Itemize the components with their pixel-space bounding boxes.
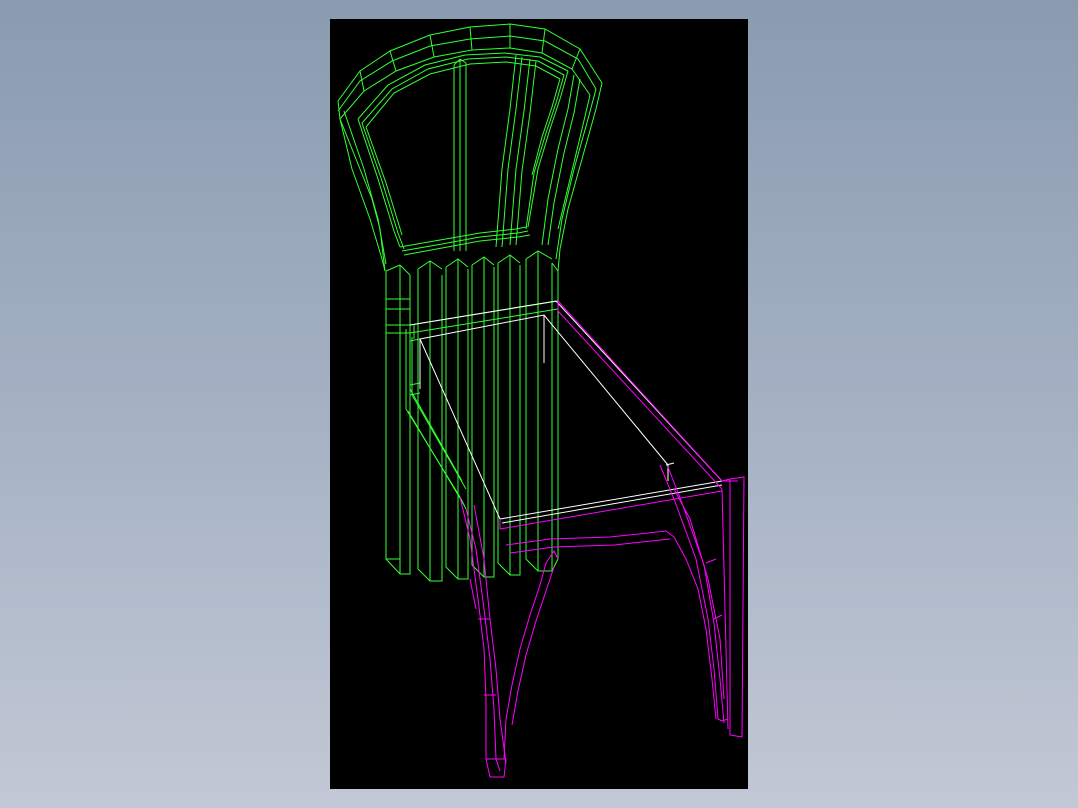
chair-legs-frame-wireframe bbox=[459, 300, 745, 778]
cad-application-window: { "viewport": { "background": "#000000",… bbox=[0, 0, 1078, 808]
chair-backrest-wireframe bbox=[337, 23, 603, 272]
chair-wireframe-drawing bbox=[337, 23, 745, 778]
chair-seat-wireframe bbox=[409, 300, 723, 524]
3d-model-viewport[interactable] bbox=[330, 19, 748, 789]
